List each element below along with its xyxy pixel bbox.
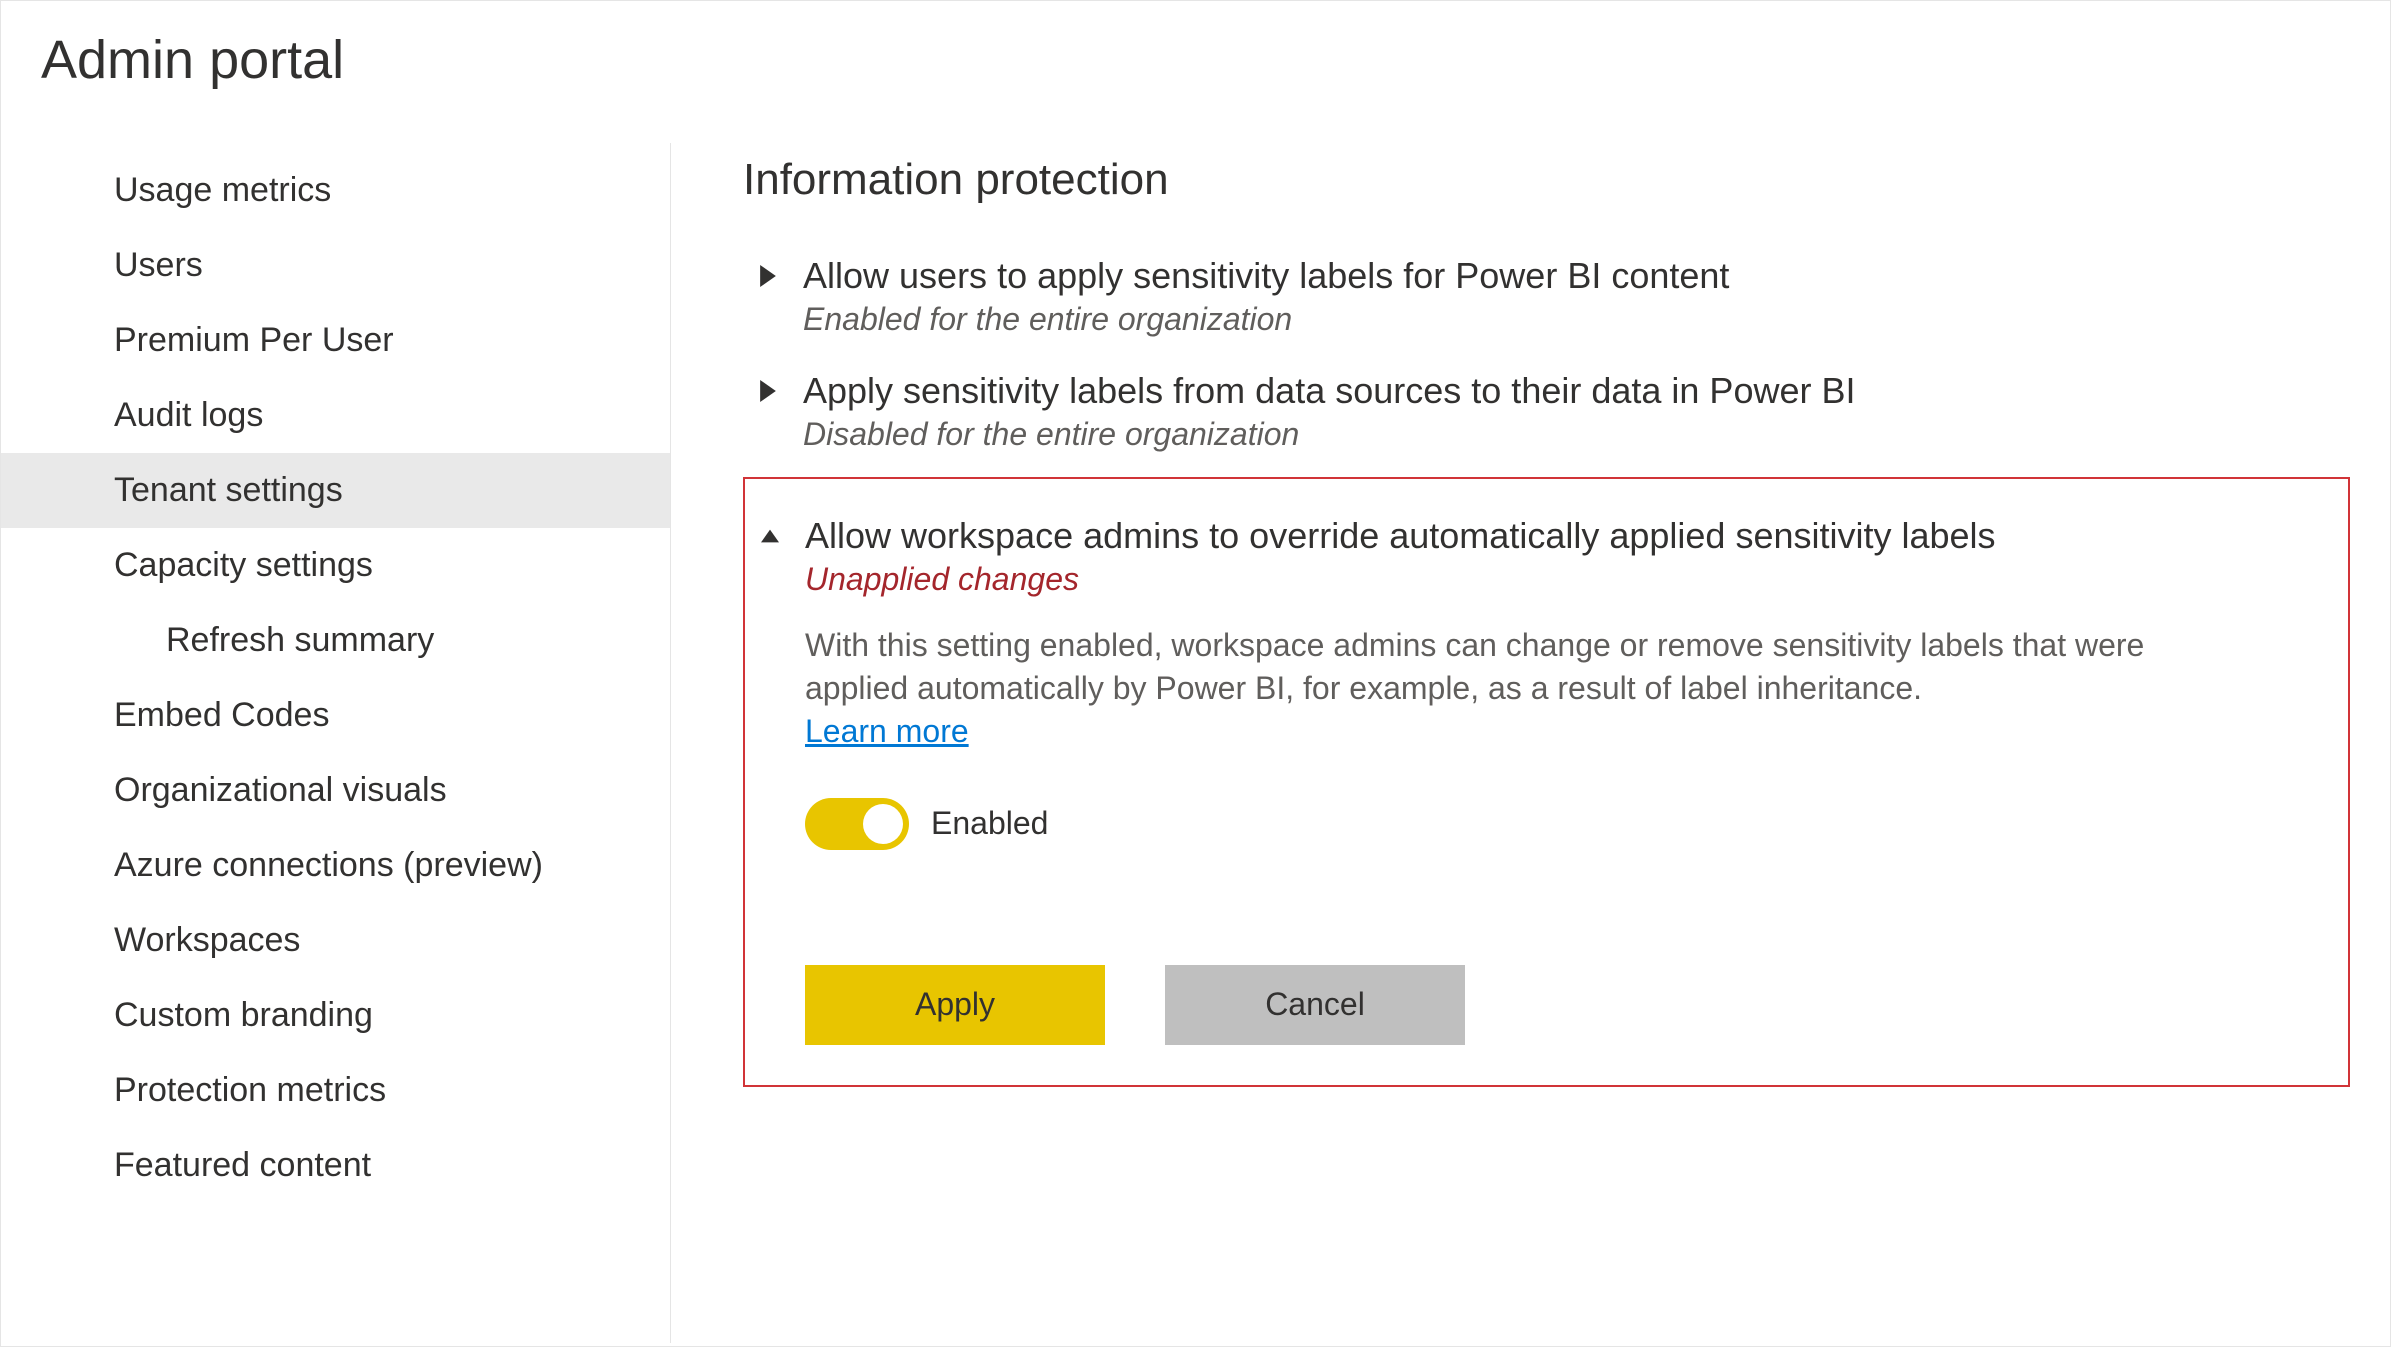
setting-title: Apply sensitivity labels from data sourc… bbox=[803, 370, 2350, 412]
setting-status-unapplied: Unapplied changes bbox=[805, 561, 2328, 598]
layout: Usage metrics Users Premium Per User Aud… bbox=[1, 143, 2390, 1343]
setting-row-apply-labels[interactable]: Allow users to apply sensitivity labels … bbox=[743, 239, 2350, 354]
chevron-up-icon bbox=[755, 525, 785, 547]
enabled-toggle[interactable] bbox=[805, 798, 909, 850]
toggle-row: Enabled bbox=[805, 798, 2328, 850]
sidebar-item-premium-per-user[interactable]: Premium Per User bbox=[1, 303, 670, 378]
chevron-right-icon bbox=[753, 265, 783, 287]
setting-content: Apply sensitivity labels from data sourc… bbox=[783, 370, 2350, 453]
sidebar-item-usage-metrics[interactable]: Usage metrics bbox=[1, 153, 670, 228]
sidebar-item-custom-branding[interactable]: Custom branding bbox=[1, 978, 670, 1053]
sidebar-item-organizational-visuals[interactable]: Organizational visuals bbox=[1, 753, 670, 828]
setting-status: Enabled for the entire organization bbox=[803, 301, 2350, 338]
toggle-label: Enabled bbox=[931, 805, 1048, 842]
setting-row-workspace-admins-override[interactable]: Allow workspace admins to override autom… bbox=[745, 499, 2328, 1045]
sidebar-item-azure-connections[interactable]: Azure connections (preview) bbox=[1, 828, 670, 903]
toggle-knob bbox=[863, 804, 903, 844]
setting-status: Disabled for the entire organization bbox=[803, 416, 2350, 453]
setting-description-text: With this setting enabled, workspace adm… bbox=[805, 627, 2144, 706]
sidebar-item-workspaces[interactable]: Workspaces bbox=[1, 903, 670, 978]
sidebar-item-featured-content[interactable]: Featured content bbox=[1, 1128, 670, 1203]
sidebar-item-capacity-settings[interactable]: Capacity settings bbox=[1, 528, 670, 603]
sidebar-item-protection-metrics[interactable]: Protection metrics bbox=[1, 1053, 670, 1128]
apply-button[interactable]: Apply bbox=[805, 965, 1105, 1045]
setting-content: Allow workspace admins to override autom… bbox=[785, 515, 2328, 1045]
learn-more-link[interactable]: Learn more bbox=[805, 713, 969, 749]
setting-row-data-sources[interactable]: Apply sensitivity labels from data sourc… bbox=[743, 354, 2350, 469]
chevron-right-icon bbox=[753, 380, 783, 402]
sidebar-item-users[interactable]: Users bbox=[1, 228, 670, 303]
sidebar-item-audit-logs[interactable]: Audit logs bbox=[1, 378, 670, 453]
setting-content: Allow users to apply sensitivity labels … bbox=[783, 255, 2350, 338]
section-title: Information protection bbox=[743, 155, 2350, 205]
setting-description: With this setting enabled, workspace adm… bbox=[805, 624, 2185, 754]
sidebar-item-tenant-settings[interactable]: Tenant settings bbox=[1, 453, 670, 528]
sidebar: Usage metrics Users Premium Per User Aud… bbox=[1, 143, 671, 1343]
cancel-button[interactable]: Cancel bbox=[1165, 965, 1465, 1045]
sidebar-item-embed-codes[interactable]: Embed Codes bbox=[1, 678, 670, 753]
setting-title: Allow workspace admins to override autom… bbox=[805, 515, 2328, 557]
highlighted-setting: Allow workspace admins to override autom… bbox=[743, 477, 2350, 1087]
main-content: Information protection Allow users to ap… bbox=[671, 143, 2390, 1343]
sidebar-item-refresh-summary[interactable]: Refresh summary bbox=[1, 603, 670, 678]
setting-title: Allow users to apply sensitivity labels … bbox=[803, 255, 2350, 297]
button-row: Apply Cancel bbox=[805, 965, 2328, 1045]
page-title: Admin portal bbox=[1, 1, 2390, 91]
